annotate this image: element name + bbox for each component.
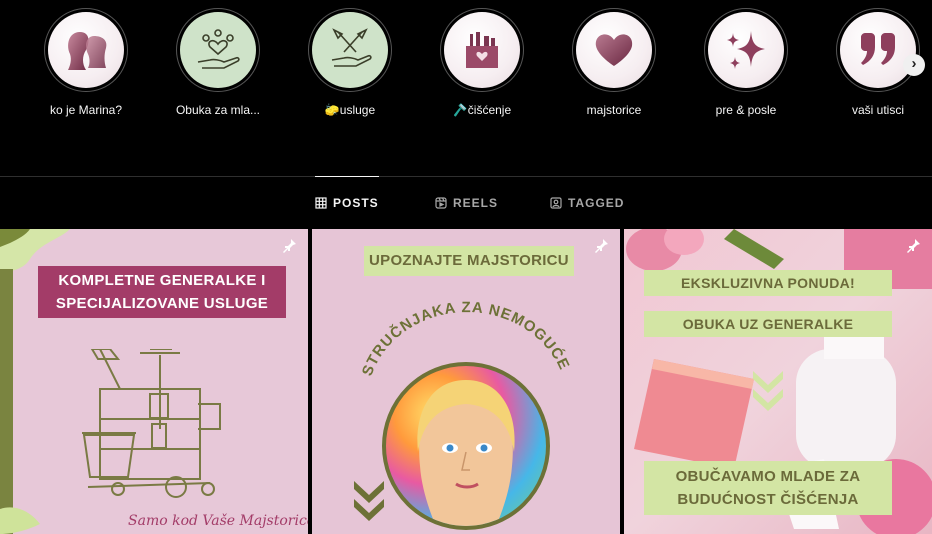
tab-tagged[interactable]: TAGGED bbox=[550, 177, 624, 229]
highlight-label: 🧽usluge bbox=[324, 103, 376, 117]
pin-icon bbox=[595, 239, 608, 253]
chevron-right-icon[interactable]: › bbox=[903, 54, 925, 76]
reels-icon bbox=[435, 197, 447, 209]
heart-icon bbox=[595, 34, 633, 66]
highlight-label: majstorice bbox=[586, 103, 642, 117]
chevron-down-icon bbox=[753, 371, 783, 411]
hand-heart-people-icon bbox=[197, 29, 240, 69]
highlight-ko-je-marina[interactable]: ko je Marina? bbox=[31, 8, 141, 117]
highlight-ciscenje[interactable]: 🪒čišćenje bbox=[427, 8, 537, 117]
tagged-icon bbox=[550, 197, 562, 209]
cleaning-bucket-heart-icon bbox=[466, 32, 498, 68]
highlight-label: ko je Marina? bbox=[49, 103, 123, 117]
highlight-label: pre & posle bbox=[715, 103, 777, 117]
portrait-image bbox=[382, 362, 550, 530]
highlight-usluge[interactable]: 🧽usluge bbox=[295, 8, 405, 117]
glove-decoration bbox=[0, 507, 40, 534]
post-2[interactable]: UPOZNAJTE MAJSTORICU STRUČNJAKA ZA NEMOG… bbox=[312, 229, 620, 534]
tab-label: POSTS bbox=[333, 195, 379, 210]
quote-icon bbox=[861, 33, 895, 65]
post-footer-script: Samo kod Vaše Majstorice bbox=[128, 513, 308, 529]
women-faces-icon bbox=[68, 32, 107, 70]
post-banner: KOMPLETNE GENERALKE I SPECIJALIZOVANE US… bbox=[38, 266, 286, 318]
sparkles-icon bbox=[727, 31, 765, 69]
post-3[interactable]: EKSKLUZIVNA PONUDA! OBUKA UZ GENERALKE O… bbox=[624, 229, 932, 534]
side-stripe bbox=[0, 269, 13, 534]
highlight-label: 🪒čišćenje bbox=[452, 103, 512, 117]
tab-label: TAGGED bbox=[568, 196, 625, 210]
grid-icon bbox=[315, 196, 327, 209]
tab-posts[interactable]: POSTS bbox=[315, 176, 379, 228]
chevron-down-icon bbox=[354, 481, 384, 521]
post-banner: OBUČAVAMO MLADE ZA BUDUĆNOST ČIŠĆENJA bbox=[644, 461, 892, 515]
post-1[interactable]: KOMPLETNE GENERALKE I SPECIJALIZOVANE US… bbox=[0, 229, 308, 534]
highlight-label: vaši utisci bbox=[851, 103, 904, 117]
highlight-obuka[interactable]: Obuka za mla... bbox=[163, 8, 273, 117]
post-banner: OBUKA UZ GENERALKE bbox=[644, 311, 892, 337]
tab-reels[interactable]: REELS bbox=[435, 177, 498, 229]
cleaning-cart-icon bbox=[82, 349, 221, 498]
highlight-pre-posle[interactable]: pre & posle bbox=[691, 8, 801, 117]
highlight-label: Obuka za mla... bbox=[175, 103, 261, 117]
story-highlights: ko je Marina? Obuka za mla... 🧽usluge 🪒č… bbox=[0, 0, 932, 140]
post-banner: EKSKLUZIVNA PONUDA! bbox=[644, 270, 892, 296]
hand-brooms-icon bbox=[331, 28, 372, 67]
highlight-majstorice[interactable]: majstorice bbox=[559, 8, 669, 117]
pin-icon bbox=[283, 239, 296, 253]
pin-icon bbox=[907, 239, 920, 253]
post-banner: UPOZNAJTE MAJSTORICU bbox=[364, 246, 574, 276]
tab-label: REELS bbox=[453, 196, 499, 210]
posts-grid: KOMPLETNE GENERALKE I SPECIJALIZOVANE US… bbox=[0, 229, 932, 534]
